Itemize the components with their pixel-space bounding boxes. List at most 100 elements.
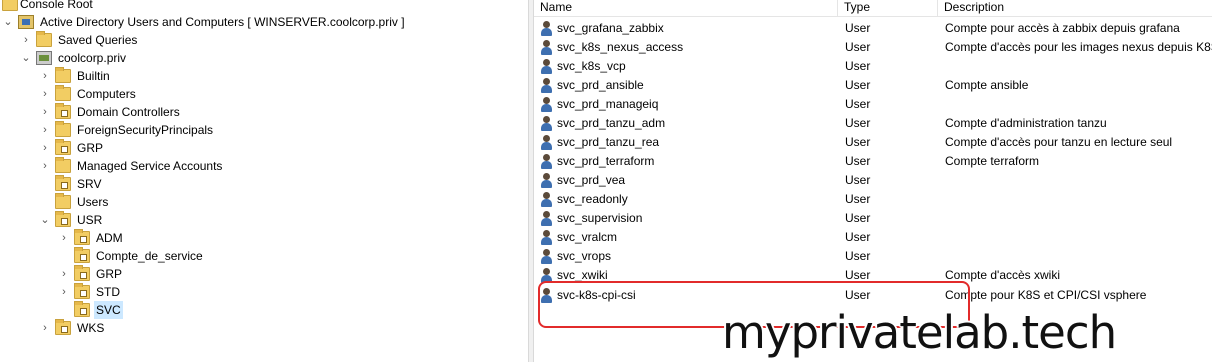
chevron-down-icon[interactable]: ⌄	[20, 49, 32, 67]
chevron-right-icon[interactable]: ›	[39, 139, 51, 157]
chevron-right-icon[interactable]: ›	[39, 121, 51, 139]
tree-node-label: SRV	[77, 177, 102, 191]
user-icon	[540, 116, 554, 131]
ou-folder-icon	[55, 211, 71, 227]
user-icon	[540, 78, 554, 93]
list-row[interactable]: svc_supervision User	[534, 209, 1212, 228]
list-row[interactable]: svc_grafana_zabbix User Compte pour accès …	[534, 19, 1212, 38]
folder-icon	[55, 121, 71, 137]
user-icon	[540, 192, 554, 207]
cell-name: svc_k8s_nexus_access	[557, 40, 684, 54]
cell-type: User	[845, 192, 871, 206]
tree-node-label: Domain Controllers	[77, 105, 180, 119]
cell-type: User	[845, 78, 871, 92]
ad-users-computers-icon	[18, 15, 34, 29]
cell-name: svc_prd_vea	[557, 173, 626, 187]
folder-icon	[2, 0, 18, 11]
list-row[interactable]: svc_readonly User	[534, 190, 1212, 209]
ou-folder-icon	[55, 175, 71, 191]
tree-node-label: USR	[77, 213, 103, 227]
tree-node-label: SVC	[94, 301, 123, 319]
column-header-description[interactable]: Description	[938, 0, 1212, 17]
list-row[interactable]: svc_prd_manageiq User	[534, 95, 1212, 114]
chevron-right-icon[interactable]: ›	[58, 283, 70, 301]
tree-node-label: Computers	[77, 87, 136, 101]
ou-folder-icon	[74, 247, 90, 263]
folder-icon	[36, 31, 52, 47]
cell-description: Compte pour accès à zabbix depuis grafan…	[945, 21, 1180, 35]
chevron-down-icon[interactable]: ⌄	[2, 13, 14, 31]
tree-node-label: WKS	[77, 321, 105, 335]
tree-node-label: STD	[96, 285, 120, 299]
cell-name: svc_vralcm	[557, 230, 618, 244]
chevron-right-icon[interactable]: ›	[58, 265, 70, 283]
user-icon	[540, 135, 554, 150]
ou-folder-icon	[55, 103, 71, 119]
list-row[interactable]: svc_prd_ansible User Compte ansible	[534, 76, 1212, 95]
cell-type: User	[845, 211, 871, 225]
column-header-name[interactable]: Name	[534, 0, 838, 17]
cell-description: Compte d'accès pour les images nexus dep…	[945, 40, 1212, 54]
list-row[interactable]: svc_prd_vea User	[534, 171, 1212, 190]
chevron-right-icon[interactable]: ›	[39, 85, 51, 103]
tree-node-label: Managed Service Accounts	[77, 159, 223, 173]
chevron-right-icon[interactable]: ›	[58, 229, 70, 247]
list-row[interactable]: svc_prd_tanzu_adm User Compte d'administra…	[534, 114, 1212, 133]
cell-type: User	[845, 230, 871, 244]
list-row[interactable]: svc_prd_tanzu_rea User Compte d'accès pour…	[534, 133, 1212, 152]
user-icon	[540, 59, 554, 74]
list-row[interactable]: svc_k8s_nexus_access User Compte d'accès p…	[534, 38, 1212, 57]
tree-node-label: GRP	[77, 141, 104, 155]
chevron-right-icon[interactable]: ›	[39, 103, 51, 121]
user-icon	[540, 40, 554, 55]
user-icon	[540, 97, 554, 112]
cell-description: Compte terraform	[945, 154, 1040, 168]
user-icon	[540, 230, 554, 245]
list-row[interactable]: svc_vrops User	[534, 247, 1212, 266]
cell-description: Compte d'accès pour tanzu en lecture seu…	[945, 135, 1173, 149]
chevron-right-icon[interactable]: ›	[39, 157, 51, 175]
user-icon	[540, 154, 554, 169]
cell-name: svc_prd_tanzu_rea	[557, 135, 660, 149]
cell-name: svc_readonly	[557, 192, 628, 206]
domain-icon	[36, 51, 52, 65]
chevron-right-icon[interactable]: ›	[20, 31, 32, 49]
user-icon	[540, 249, 554, 264]
cell-name: svc_prd_terraform	[557, 154, 655, 168]
cell-name: svc_grafana_zabbix	[557, 21, 664, 35]
chevron-right-icon[interactable]: ›	[39, 319, 51, 337]
console-tree-pane: Console Root ⌄ Active Directory Users an…	[0, 0, 528, 362]
cell-type: User	[845, 97, 871, 111]
tree-node-label: Users	[77, 195, 109, 209]
tree-node-label: Saved Queries	[58, 33, 138, 47]
ou-folder-icon	[55, 139, 71, 155]
tree-node-label: Compte_de_service	[96, 249, 203, 263]
cell-type: User	[845, 154, 871, 168]
cell-description: Compte ansible	[945, 78, 1029, 92]
list-row[interactable]: svc_prd_terraform User Compte terraform	[534, 152, 1212, 171]
user-icon	[540, 211, 554, 226]
list-row[interactable]: svc_k8s_vcp User	[534, 57, 1212, 76]
cell-name: svc_supervision	[557, 211, 643, 225]
cell-name: svc_prd_manageiq	[557, 97, 659, 111]
chevron-right-icon[interactable]: ›	[39, 67, 51, 85]
cell-type: User	[845, 173, 871, 187]
folder-icon	[55, 157, 71, 173]
tree-node-label: ForeignSecurityPrincipals	[77, 123, 214, 137]
cell-description: Compte d'administration tanzu	[945, 116, 1107, 130]
cell-type: User	[845, 59, 871, 73]
user-icon	[540, 173, 554, 188]
tree-node-label: Console Root	[20, 0, 93, 11]
folder-icon	[55, 193, 71, 209]
cell-name: svc_prd_ansible	[557, 78, 644, 92]
cell-name: svc_vrops	[557, 249, 612, 263]
chevron-down-icon[interactable]: ⌄	[39, 211, 51, 229]
ou-folder-icon	[55, 319, 71, 335]
cell-type: User	[845, 116, 871, 130]
tree-node-label: GRP	[96, 267, 123, 281]
cell-type: User	[845, 40, 871, 54]
list-row[interactable]: svc_vralcm User	[534, 228, 1212, 247]
ou-folder-icon	[74, 283, 90, 299]
column-header-type[interactable]: Type	[838, 0, 938, 17]
ou-folder-icon	[74, 229, 90, 245]
